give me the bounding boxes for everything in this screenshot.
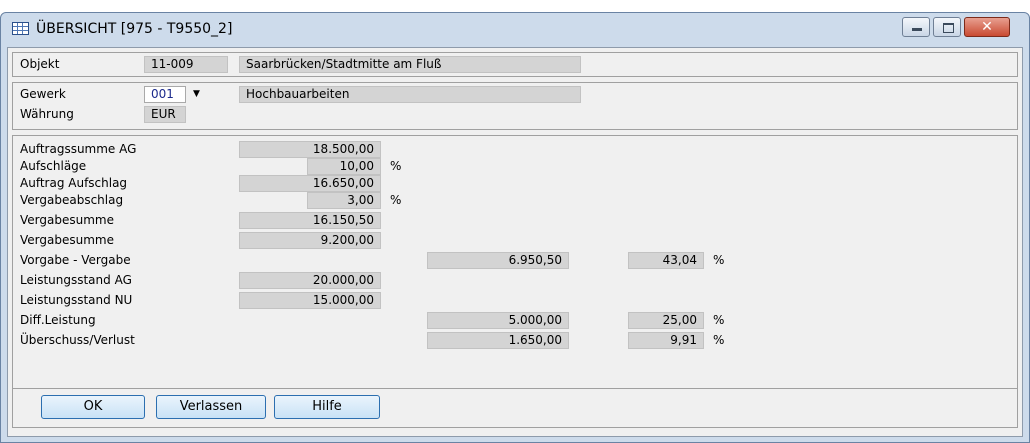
auftragssumme-ag-label: Auftragssumme AG [20,142,137,156]
waehrung-field: EUR [144,106,186,123]
minimize-button[interactable] [902,17,930,37]
leistungsstand-nu-field: 15.000,00 [239,292,381,309]
minimize-icon [912,28,922,31]
ok-button[interactable]: OK [41,395,145,419]
objekt-label: Objekt [20,57,60,71]
diff-leistung-unit: % [713,313,725,327]
ueberschuss-verlust-percent-field: 9,91 [628,332,704,349]
ueberschuss-verlust-label: Überschuss/Verlust [20,333,135,347]
button-bar: OK Verlassen Hilfe [12,388,1018,428]
vergabeabschlag-unit: % [390,193,402,207]
vorgabe-vergabe-label: Vorgabe - Vergabe [20,253,131,267]
overview-window: ÜBERSICHT [975 - T9550_2] ✕ Objekt 11-00… [0,12,1030,443]
dialog-client: Objekt 11-009 Saarbrücken/Stadtmitte am … [7,47,1023,437]
title-bar[interactable]: ÜBERSICHT [975 - T9550_2] ✕ [1,13,1029,47]
window-title: ÜBERSICHT [975 - T9550_2] [36,21,233,37]
objekt-name-field: Saarbrücken/Stadtmitte am Fluß [239,56,581,73]
maximize-icon [943,23,954,33]
vergabeabschlag-field: 3,00 [307,192,381,209]
auftrag-aufschlag-field: 16.650,00 [239,175,381,192]
close-button[interactable]: ✕ [964,17,1010,37]
aufschlaege-unit: % [390,159,402,173]
gewerk-code-input[interactable]: 001 [144,86,186,103]
waehrung-label: Währung [20,107,74,121]
leistungsstand-nu-label: Leistungsstand NU [20,293,133,307]
hilfe-button[interactable]: Hilfe [274,395,380,419]
diff-leistung-label: Diff.Leistung [20,313,96,327]
vergabesumme-2-field: 9.200,00 [239,232,381,249]
ueberschuss-verlust-field: 1.650,00 [427,332,569,349]
verlassen-button[interactable]: Verlassen [156,395,266,419]
leistungsstand-ag-field: 20.000,00 [239,272,381,289]
gewerk-name-field: Hochbauarbeiten [239,86,581,103]
auftragssumme-ag-field: 18.500,00 [239,141,381,158]
leistungsstand-ag-label: Leistungsstand AG [20,273,132,287]
diff-leistung-field: 5.000,00 [427,312,569,329]
table-icon [12,22,29,35]
gewerk-label: Gewerk [20,87,66,101]
ueberschuss-verlust-unit: % [713,333,725,347]
diff-leistung-percent-field: 25,00 [628,312,704,329]
vergabesumme-1-field: 16.150,50 [239,212,381,229]
vergabesumme-2-label: Vergabesumme [20,233,114,247]
gewerk-group: Gewerk 001 ▼ Hochbauarbeiten Währung EUR [12,82,1018,130]
vorgabe-vergabe-field: 6.950,50 [427,252,569,269]
vergabeabschlag-label: Vergabeabschlag [20,193,124,207]
aufschlaege-field: 10,00 [307,158,381,175]
figures-group: Auftragssumme AG 18.500,00 Aufschläge 10… [12,135,1018,398]
objekt-code-field: 11-009 [144,56,228,73]
maximize-button[interactable] [933,17,961,37]
auftrag-aufschlag-label: Auftrag Aufschlag [20,176,128,190]
vorgabe-vergabe-unit: % [713,253,725,267]
chevron-down-icon[interactable]: ▼ [193,89,200,99]
aufschlaege-label: Aufschläge [20,159,87,173]
objekt-group: Objekt 11-009 Saarbrücken/Stadtmitte am … [12,52,1018,77]
vorgabe-vergabe-percent-field: 43,04 [628,252,704,269]
vergabesumme-1-label: Vergabesumme [20,213,114,227]
close-icon: ✕ [981,19,993,35]
